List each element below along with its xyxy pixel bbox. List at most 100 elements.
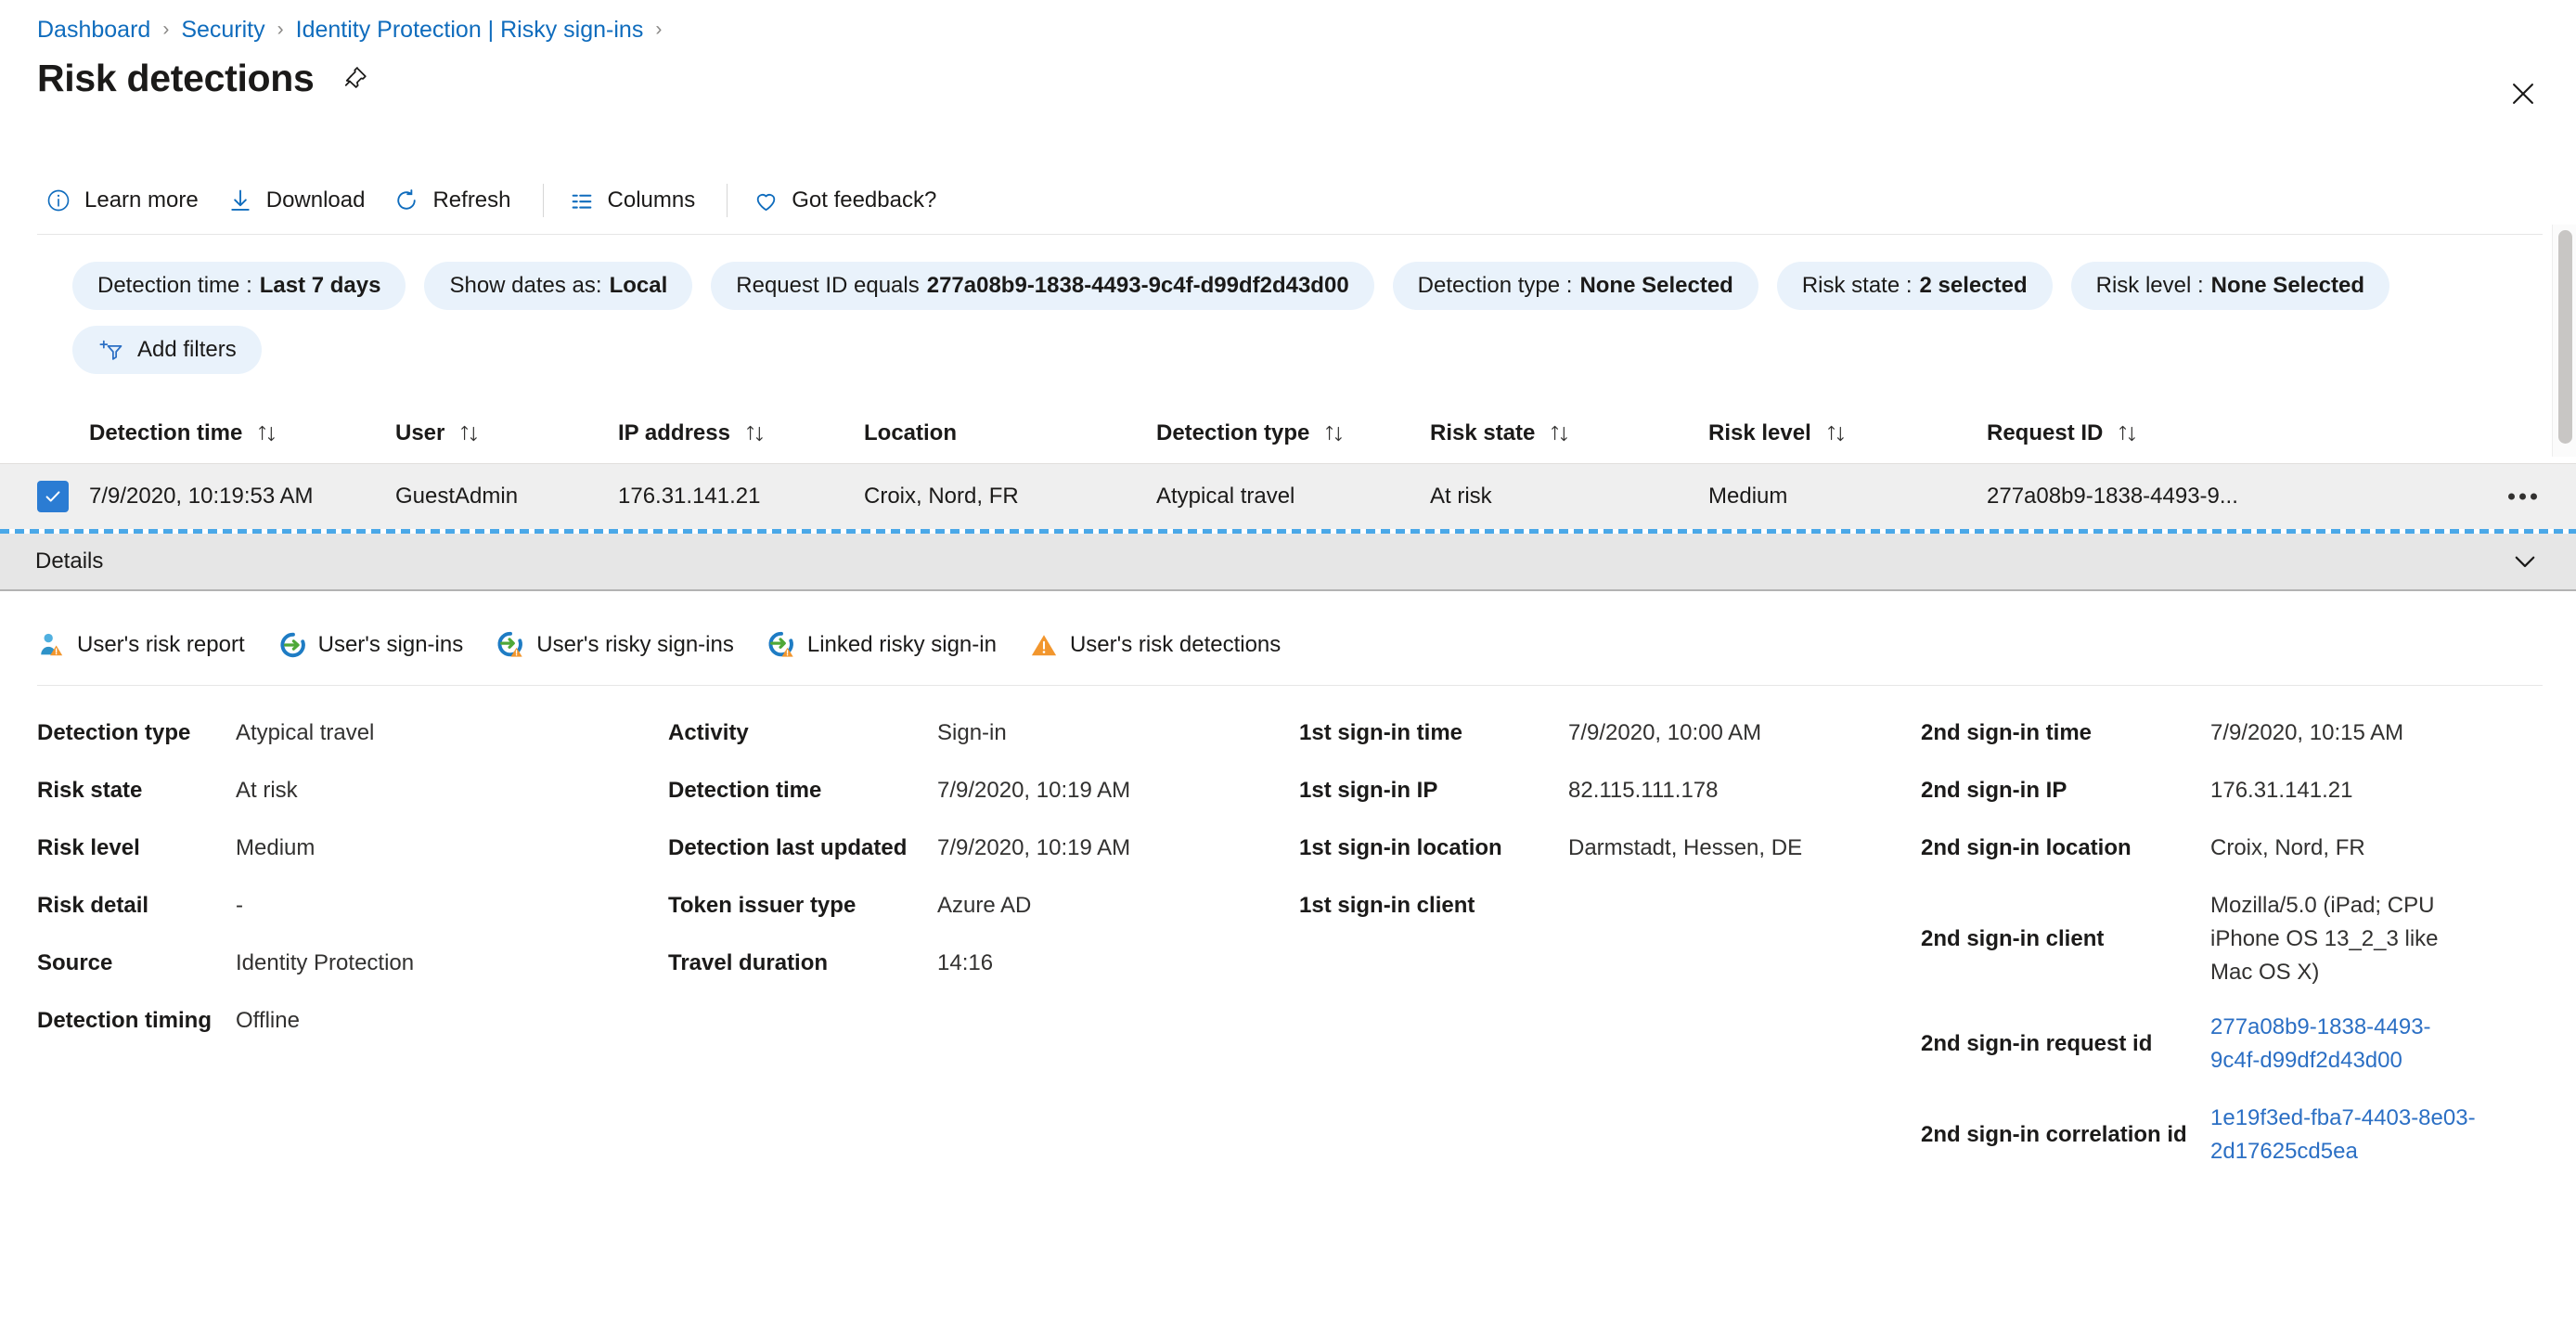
sort-ascending-descending-icon[interactable] bbox=[743, 421, 767, 445]
detail-row-risk-detail: Risk detail - bbox=[37, 889, 668, 928]
filter-pill-risk-level[interactable]: Risk level : None Selected bbox=[2070, 262, 2390, 310]
detail-row-2nd-signin-location: 2nd sign-in location Croix, Nord, FR bbox=[1921, 832, 2478, 871]
cell-location: Croix, Nord, FR bbox=[864, 484, 1019, 509]
detail-value: Atypical travel bbox=[236, 720, 375, 745]
filter-pill-detection-time[interactable]: Detection time : Last 7 days bbox=[72, 262, 406, 310]
breadcrumb-separator-icon: › bbox=[655, 19, 663, 40]
users-risky-signins-label: User's risky sign-ins bbox=[536, 632, 734, 657]
column-header-risk-state[interactable]: Risk state bbox=[1430, 420, 1708, 446]
2nd-signin-correlation-id-link[interactable]: 1e19f3ed-fba7-4403-8e03-2d17625cd5ea bbox=[2210, 1105, 2476, 1164]
row-checkbox[interactable] bbox=[37, 481, 69, 512]
download-icon bbox=[226, 187, 254, 214]
column-header-detection-type[interactable]: Detection type bbox=[1156, 420, 1430, 446]
table-header-row: Detection time User IP address Location … bbox=[0, 403, 2576, 464]
cell-detection-type: Atypical travel bbox=[1156, 484, 1295, 509]
detail-row-2nd-signin-client: 2nd sign-in client Mozilla/5.0 (iPad; CP… bbox=[1921, 889, 2478, 989]
add-filters-button[interactable]: Add filters bbox=[72, 326, 262, 374]
download-button[interactable]: Download bbox=[219, 179, 386, 222]
warning-triangle-icon bbox=[1030, 631, 1058, 659]
chevron-down-icon[interactable] bbox=[2509, 546, 2541, 577]
detail-value: Croix, Nord, FR bbox=[2210, 835, 2365, 860]
column-header-label: Location bbox=[864, 419, 957, 445]
sort-ascending-descending-icon[interactable] bbox=[255, 421, 279, 445]
detail-value: At risk bbox=[236, 778, 298, 803]
detail-row-activity: Activity Sign-in bbox=[668, 716, 1299, 755]
add-filter-icon bbox=[97, 336, 125, 364]
details-panel-header[interactable]: Details bbox=[0, 534, 2576, 591]
table-row[interactable]: 7/9/2020, 10:19:53 AM GuestAdmin 176.31.… bbox=[0, 464, 2576, 529]
detail-value: Mozilla/5.0 (iPad; CPU iPhone OS 13_2_3 … bbox=[2210, 893, 2439, 985]
detail-key: 2nd sign-in location bbox=[1921, 835, 2132, 860]
column-header-label: Risk state bbox=[1430, 419, 1536, 445]
cell-user: GuestAdmin bbox=[395, 484, 519, 509]
risk-detections-table: Detection time User IP address Location … bbox=[0, 403, 2576, 529]
filter-label: Detection type : bbox=[1417, 273, 1573, 298]
column-header-label: Request ID bbox=[1987, 419, 2104, 445]
column-header-label: Detection time bbox=[89, 419, 243, 445]
sort-ascending-descending-icon[interactable] bbox=[457, 421, 482, 445]
detail-value: Azure AD bbox=[937, 893, 1032, 918]
pin-icon[interactable] bbox=[339, 62, 372, 96]
detail-value: Medium bbox=[236, 835, 316, 860]
close-button[interactable] bbox=[2502, 72, 2544, 115]
detail-value: 14:16 bbox=[937, 950, 994, 975]
breadcrumb-separator-icon: › bbox=[162, 19, 170, 40]
columns-button[interactable]: Columns bbox=[560, 179, 716, 222]
filter-label: Request ID equals bbox=[736, 273, 920, 298]
linked-risky-signin-link[interactable]: Linked risky sign-in bbox=[767, 631, 997, 659]
users-risk-report-link[interactable]: User's risk report bbox=[37, 631, 245, 659]
detail-value: 7/9/2020, 10:19 AM bbox=[937, 778, 1131, 803]
cell-request-id: 277a08b9-1838-4493-9... bbox=[1987, 484, 2238, 509]
detail-row-detection-last-updated: Detection last updated 7/9/2020, 10:19 A… bbox=[668, 832, 1299, 871]
detail-value: - bbox=[236, 893, 243, 918]
users-risky-signins-link[interactable]: User's risky sign-ins bbox=[496, 631, 734, 659]
grid-vertical-scrollbar[interactable] bbox=[2552, 225, 2576, 457]
column-header-label: User bbox=[395, 419, 445, 445]
breadcrumb-item-dashboard[interactable]: Dashboard bbox=[37, 17, 150, 44]
filter-label: Risk level : bbox=[2095, 273, 2204, 298]
detail-key: Risk level bbox=[37, 835, 140, 860]
filter-pill-show-dates-as[interactable]: Show dates as: Local bbox=[424, 262, 693, 310]
details-column-3: 1st sign-in time 7/9/2020, 10:00 AM 1st … bbox=[1299, 716, 1921, 947]
row-context-menu-button[interactable] bbox=[2508, 493, 2537, 500]
detail-key: Token issuer type bbox=[668, 893, 857, 918]
refresh-icon bbox=[393, 187, 420, 214]
learn-more-button[interactable]: Learn more bbox=[37, 179, 219, 222]
users-risk-detections-link[interactable]: User's risk detections bbox=[1030, 631, 1281, 659]
breadcrumb-item-security[interactable]: Security bbox=[181, 17, 264, 44]
sort-ascending-descending-icon[interactable] bbox=[1824, 421, 1848, 445]
detail-key: Detection timing bbox=[37, 1008, 213, 1033]
sort-ascending-descending-icon[interactable] bbox=[2116, 421, 2140, 445]
column-header-ip-address[interactable]: IP address bbox=[618, 420, 864, 446]
users-signins-label: User's sign-ins bbox=[317, 632, 464, 657]
detail-row-token-issuer-type: Token issuer type Azure AD bbox=[668, 889, 1299, 928]
breadcrumb-item-identity-protection[interactable]: Identity Protection | Risky sign-ins bbox=[296, 17, 644, 44]
detail-key: Source bbox=[37, 950, 113, 975]
filter-pill-detection-type[interactable]: Detection type : None Selected bbox=[1392, 262, 1758, 310]
column-header-location[interactable]: Location bbox=[864, 420, 1156, 446]
grid-scrollbar-thumb[interactable] bbox=[2558, 230, 2572, 444]
users-signins-link[interactable]: User's sign-ins bbox=[278, 631, 464, 659]
detail-row-detection-timing: Detection timing Offline bbox=[37, 1004, 668, 1043]
filter-value: 277a08b9-1838-4493-9c4f-d99df2d43d00 bbox=[926, 273, 1349, 298]
user-risky-signins-icon bbox=[496, 631, 524, 659]
2nd-signin-request-id-link[interactable]: 277a08b9-1838-4493-9c4f-d99df2d43d00 bbox=[2210, 1014, 2431, 1073]
toolbar-divider bbox=[727, 184, 728, 217]
detail-row-1st-signin-ip: 1st sign-in IP 82.115.111.178 bbox=[1299, 774, 1921, 813]
sort-ascending-descending-icon[interactable] bbox=[1548, 421, 1572, 445]
user-risk-report-icon bbox=[37, 631, 65, 659]
column-header-risk-level[interactable]: Risk level bbox=[1708, 420, 1987, 446]
column-header-detection-time[interactable]: Detection time bbox=[89, 420, 395, 446]
filter-pill-request-id[interactable]: Request ID equals 277a08b9-1838-4493-9c4… bbox=[711, 262, 1374, 310]
refresh-button[interactable]: Refresh bbox=[385, 179, 531, 222]
page-title: Risk detections bbox=[37, 57, 315, 99]
filter-value: 2 selected bbox=[1919, 273, 2028, 298]
filter-pill-risk-state[interactable]: Risk state : 2 selected bbox=[1776, 262, 2053, 310]
got-feedback-button[interactable]: Got feedback? bbox=[744, 179, 957, 222]
sort-ascending-descending-icon[interactable] bbox=[1322, 421, 1346, 445]
column-header-request-id[interactable]: Request ID bbox=[1987, 420, 2293, 446]
detail-row-detection-type: Detection type Atypical travel bbox=[37, 716, 668, 755]
detail-key: Activity bbox=[668, 720, 749, 745]
column-header-label: Detection type bbox=[1156, 419, 1310, 445]
column-header-user[interactable]: User bbox=[395, 420, 618, 446]
